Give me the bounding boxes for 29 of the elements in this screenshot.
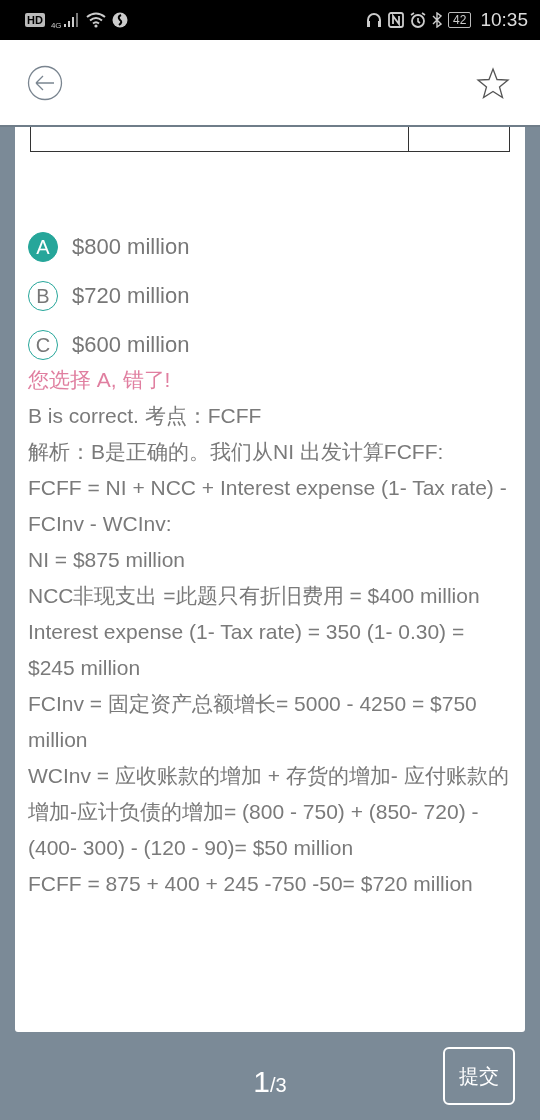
clock-time: 10:35	[480, 9, 528, 31]
star-icon[interactable]	[476, 66, 510, 99]
option-text[interactable]: $800 million	[72, 234, 190, 260]
explanation-text: FCFF = 875 + 400 + 245 -750 -50= $720 million	[28, 871, 474, 897]
explanation-text: NCC非现支出 =此题只有折旧费用 = $400 million	[28, 583, 481, 609]
option-text[interactable]: $720 million	[72, 283, 190, 309]
option-text[interactable]: $600 million	[72, 332, 190, 358]
option-letter[interactable]: A	[28, 232, 58, 262]
headphones-icon	[366, 12, 383, 28]
explanation-text: B is correct. 考点：FCFF	[28, 403, 263, 429]
hd-badge: HD	[25, 13, 45, 27]
result-text: 您选择 A, 错了!	[28, 367, 172, 393]
battery-icon: 42	[448, 12, 472, 28]
explanation-text: WCInv = 应收账款的增加 + 存货的增加- 应付账款的增加-应计负债的增加= (800 - 750) + (850- 720) - (400- 300) - (120 - 90)= $50 million	[28, 763, 510, 861]
explanation-text: 解析：B是正确的。我们从NI 出发计算FCFF:	[28, 439, 445, 465]
explanation-text: FCInv = 固定资产总额增长= 5000 - 4250 = $750 million	[28, 691, 478, 753]
network-label: 4G	[50, 20, 62, 30]
page-counter: 1/3	[253, 1065, 287, 1099]
signal-icon	[63, 13, 80, 27]
nfc-icon	[388, 12, 405, 28]
explanation-text: NI = $875 million	[28, 547, 186, 573]
bluetooth-icon	[432, 12, 443, 28]
alarm-icon	[410, 12, 427, 28]
wifi-icon	[85, 12, 106, 28]
back-icon[interactable]	[27, 64, 63, 101]
explanation-text: FCFF = NI + NCC + Interest expense (1- Tax rate) - FCInv - WCInv:	[28, 475, 508, 537]
submit-button[interactable]: 提交	[443, 1047, 515, 1105]
explanation-text: Interest expense (1- Tax rate) = 350 (1- 0.30) = $245 million	[28, 619, 466, 681]
globe-icon	[111, 12, 128, 28]
